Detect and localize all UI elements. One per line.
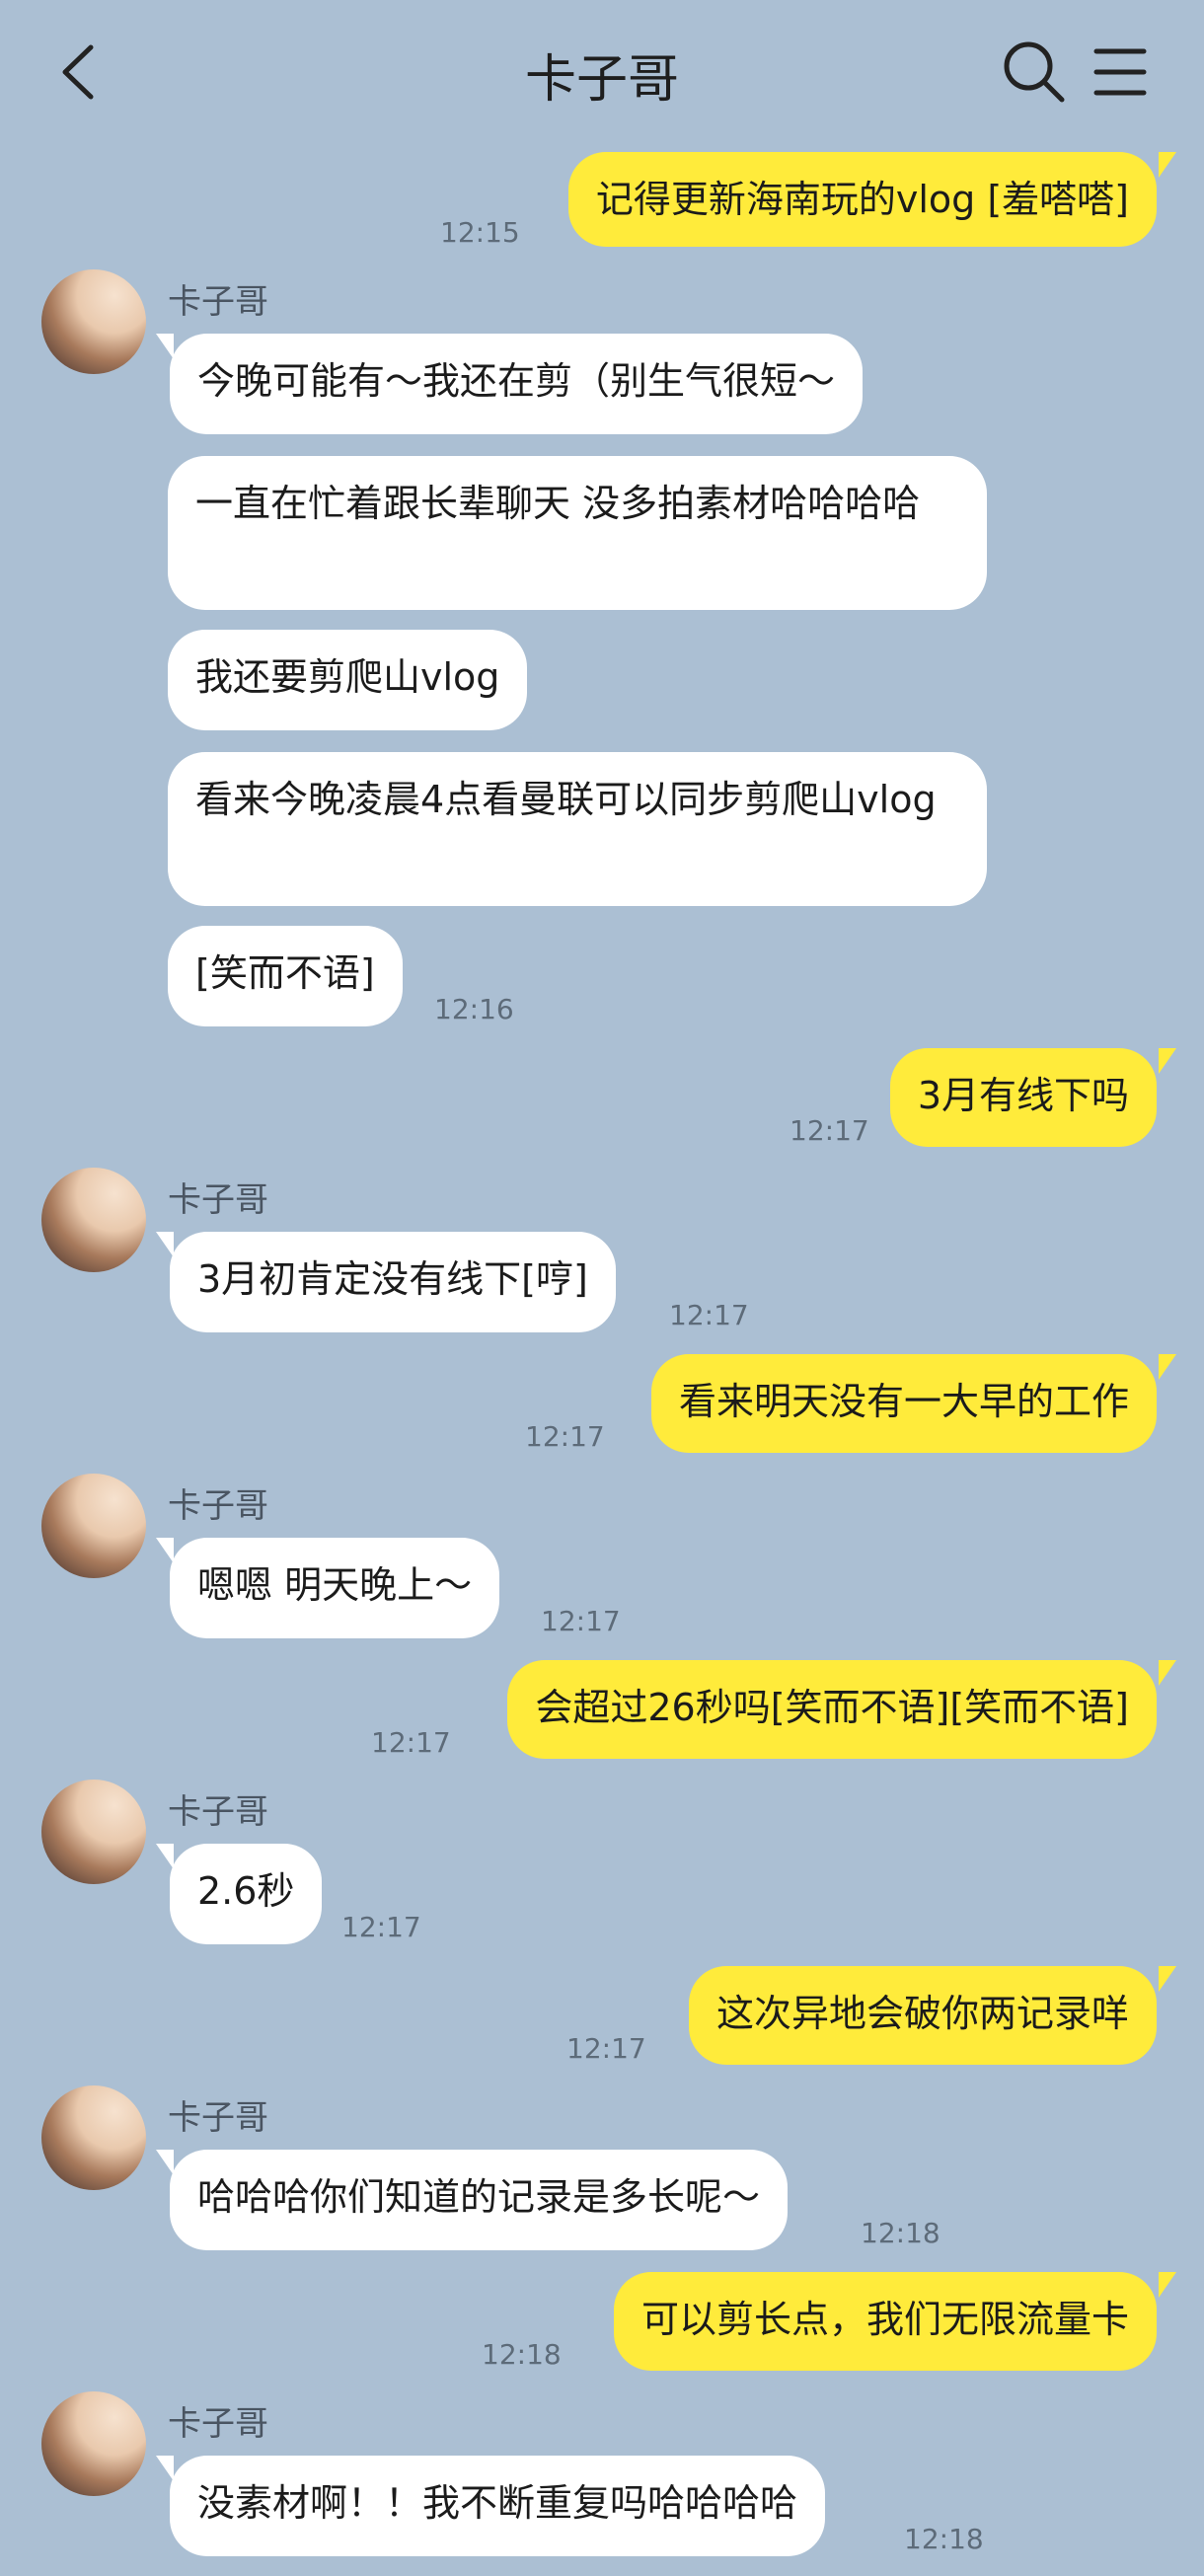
back-button[interactable] [51,38,111,107]
sender-name: 卡子哥 [168,1180,268,1220]
contact-avatar[interactable] [41,1780,146,1884]
message-time: 12:17 [541,1605,621,1637]
bubble-tail [1159,1354,1176,1380]
bubble-tail [1159,1048,1176,1074]
message-time: 12:17 [341,1911,421,1943]
message-time: 12:18 [904,2523,984,2555]
incoming-message[interactable]: 2.6秒 [170,1844,323,1944]
incoming-message[interactable]: 嗯嗯 明天晚上～ [170,1538,500,1638]
contact-avatar[interactable] [41,2085,146,2190]
message-time: 12:18 [482,2338,562,2371]
sender-name: 卡子哥 [168,282,268,322]
message-time: 12:17 [371,1726,451,1759]
incoming-message[interactable]: [笑而不语] [168,926,403,1026]
bubble-tail [1159,2272,1176,2298]
outgoing-message[interactable]: 这次异地会破你两记录咩 [688,1966,1157,2065]
sender-name: 卡子哥 [168,2098,268,2138]
sender-name: 卡子哥 [168,2404,268,2444]
message-time: 12:18 [861,2217,941,2249]
bubble-tail [156,1538,174,1563]
contact-avatar[interactable] [41,2391,146,2496]
sender-name: 卡子哥 [168,1486,268,1526]
message-time: 12:15 [440,216,520,249]
incoming-message[interactable]: 一直在忙着跟长辈聊天 没多拍素材哈哈哈哈 [168,456,987,610]
outgoing-message[interactable]: 记得更新海南玩的vlog [羞嗒嗒] [567,152,1157,247]
message-time: 12:16 [434,993,514,1025]
message-time: 12:17 [525,1420,605,1453]
search-button[interactable] [1002,39,1067,105]
chevron-left-icon [62,44,94,100]
sender-name: 卡子哥 [168,1792,268,1832]
bubble-tail [1159,1660,1176,1686]
incoming-message[interactable]: 看来今晚凌晨4点看曼联可以同步剪爬山vlog [168,752,987,906]
contact-avatar[interactable] [41,1168,146,1272]
chat-header: 卡子哥 [0,0,1204,148]
search-icon [1004,41,1065,103]
contact-avatar[interactable] [41,1474,146,1578]
bubble-tail [156,1232,174,1257]
message-time: 12:17 [566,2032,646,2065]
incoming-message[interactable]: 我还要剪爬山vlog [168,630,528,730]
incoming-message[interactable]: 哈哈哈你们知道的记录是多长呢～ [170,2150,789,2250]
bubble-tail [1159,1966,1176,1992]
bubble-tail [156,1844,174,1869]
incoming-message[interactable]: 3月初肯定没有线下[哼] [170,1232,616,1332]
incoming-message[interactable]: 今晚可能有～我还在剪（别生气很短～ [170,334,864,434]
bubble-tail [1159,152,1176,178]
outgoing-message[interactable]: 会超过26秒吗[笑而不语][笑而不语] [507,1660,1157,1759]
message-time: 12:17 [790,1114,869,1147]
menu-button[interactable] [1091,43,1150,101]
outgoing-message[interactable]: 看来明天没有一大早的工作 [650,1354,1157,1453]
bubble-tail [156,2456,174,2481]
outgoing-message[interactable]: 3月有线下吗 [889,1048,1157,1147]
incoming-message[interactable]: 没素材啊！！我不断重复吗哈哈哈哈 [170,2456,826,2556]
hamburger-menu-icon [1093,48,1147,96]
outgoing-message[interactable]: 可以剪长点，我们无限流量卡 [613,2272,1157,2371]
message-time: 12:17 [669,1299,749,1331]
contact-avatar[interactable] [41,269,146,374]
bubble-tail [156,2150,174,2175]
bubble-tail [156,334,174,359]
